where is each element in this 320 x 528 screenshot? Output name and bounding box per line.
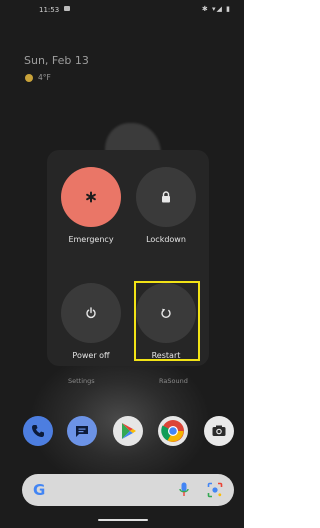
search-bar[interactable]: G [22,474,234,506]
play-store-icon [122,423,136,439]
restart-highlight-box [134,281,200,361]
weather-widget: 4°F [25,73,51,82]
power-icon [86,307,96,319]
emergency-label: Emergency [68,235,114,244]
asterisk-icon [86,191,96,203]
settings-app-label: Settings [68,377,95,385]
messages-icon [76,426,88,437]
temperature: 4°F [38,73,51,82]
message-notification-icon [64,6,70,11]
status-icons: ✱ ▾◢ ▮ [201,5,231,13]
microphone-icon[interactable] [179,482,189,498]
emergency-button[interactable]: Emergency [61,167,121,244]
power-off-circle[interactable] [61,283,121,343]
phone-app[interactable] [23,416,53,446]
camera-icon [212,425,226,436]
camera-app[interactable] [204,416,234,446]
lockdown-label: Lockdown [146,235,186,244]
lock-icon [162,191,170,203]
messages-app[interactable] [67,416,97,446]
play-store-app[interactable] [113,416,143,446]
lockdown-button[interactable]: Lockdown [136,167,196,244]
power-off-label: Power off [72,351,110,360]
phone-icon [32,425,44,437]
chrome-app[interactable] [158,416,188,446]
sun-icon [25,73,33,82]
power-off-button[interactable]: Power off [61,283,121,360]
rasound-app-label: RaSound [159,377,188,385]
lockdown-circle[interactable] [136,167,196,227]
status-time: 11:53 [39,6,60,14]
lockscreen-date: Sun, Feb 13 [24,54,89,67]
emergency-circle[interactable] [61,167,121,227]
gesture-bar[interactable] [98,519,148,521]
google-logo: G [33,481,46,499]
app-dock [20,416,234,448]
chrome-icon [161,420,184,442]
lens-icon[interactable] [207,482,223,498]
status-bar: 11:53 ✱ ▾◢ ▮ [0,0,244,18]
phone-screen: 11:53 ✱ ▾◢ ▮ Sun, Feb 13 4°F Settings Ra… [0,0,244,528]
